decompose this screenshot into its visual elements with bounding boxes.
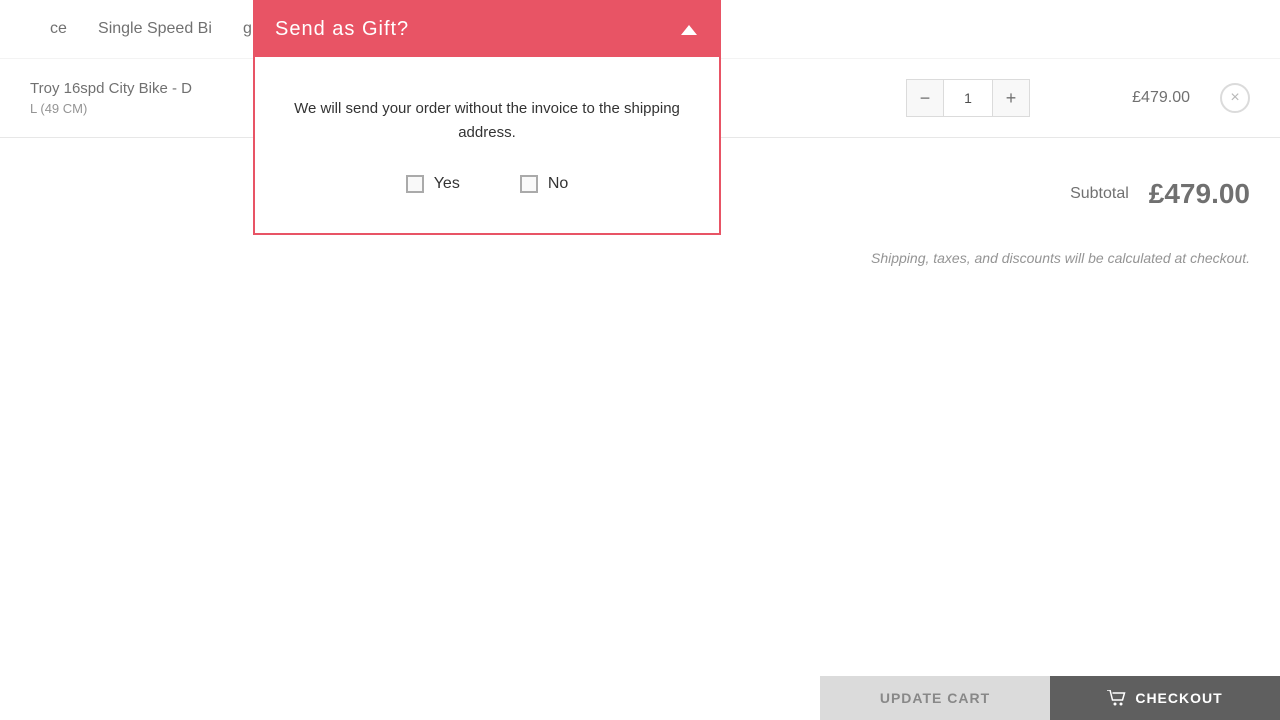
no-label: No — [548, 175, 568, 193]
modal-options: Yes No — [285, 175, 689, 193]
yes-option-label[interactable]: Yes — [406, 175, 460, 193]
modal-body: We will send your order without the invo… — [255, 57, 719, 233]
yes-label: Yes — [434, 175, 460, 193]
no-checkbox[interactable] — [520, 175, 538, 193]
send-as-gift-modal: Send as Gift? We will send your order wi… — [253, 0, 721, 235]
no-option-label[interactable]: No — [520, 175, 568, 193]
yes-checkbox[interactable] — [406, 175, 424, 193]
chevron-up-icon — [679, 20, 699, 40]
modal-collapse-button[interactable] — [679, 20, 699, 40]
cart-page: ce Single Speed Bi g Troy 16spd City Bik… — [0, 0, 1280, 720]
modal-title: Send as Gift? — [275, 18, 409, 41]
modal-header: Send as Gift? — [255, 2, 719, 57]
modal-description: We will send your order without the invo… — [285, 97, 689, 145]
